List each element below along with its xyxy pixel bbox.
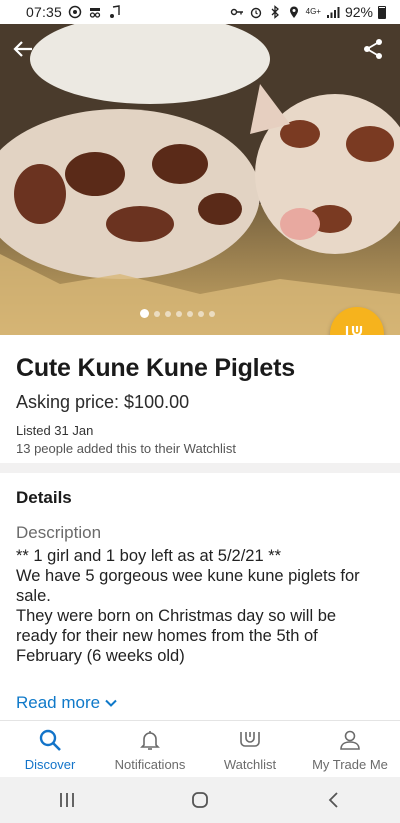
arrow-back-icon	[13, 41, 32, 57]
tab-discover[interactable]: Discover	[0, 721, 100, 777]
description-line: We have 5 gorgeous wee kune kune piglets…	[16, 567, 360, 585]
description-label: Description	[16, 523, 102, 542]
section-divider	[0, 463, 400, 473]
incognito-icon	[89, 8, 101, 18]
carousel-dot[interactable]	[140, 309, 149, 318]
description-line: February (6 weeks old)	[16, 647, 185, 665]
status-bar: 07:35 4G+ 92%	[0, 0, 400, 24]
bell-icon	[140, 731, 160, 750]
watchlist-count: 13 people added this to their Watchlist	[16, 441, 236, 456]
status-left: 07:35	[26, 4, 122, 20]
status-time: 07:35	[26, 4, 63, 20]
bottom-tab-bar: Discover Notifications Watchlist My Trad…	[0, 720, 400, 777]
tab-watchlist[interactable]: Watchlist	[200, 721, 300, 777]
description-line: sale.	[16, 587, 51, 605]
carousel-indicator	[140, 309, 215, 318]
battery-percent: 92%	[344, 4, 373, 20]
system-back-button[interactable]	[313, 785, 353, 815]
tab-notifications[interactable]: Notifications	[100, 721, 200, 777]
carousel-dot[interactable]	[165, 310, 171, 317]
piglets-photo	[0, 24, 400, 335]
system-navigation-bar	[0, 777, 400, 823]
tab-watchlist-label: Watchlist	[223, 757, 277, 772]
details-heading: Details	[16, 488, 72, 507]
notification-dot-icon	[68, 5, 82, 19]
carousel-dot[interactable]	[154, 310, 160, 317]
watchlist-icon	[240, 732, 260, 747]
recent-apps-button[interactable]	[47, 785, 87, 815]
home-icon	[192, 792, 208, 808]
carousel-dot[interactable]	[198, 310, 204, 317]
description-line: ** 1 girl and 1 boy left as at 5/2/21 **	[16, 547, 282, 565]
carousel-dot[interactable]	[176, 310, 182, 317]
alarm-icon	[250, 7, 261, 19]
back-button[interactable]	[12, 38, 40, 66]
search-icon	[39, 729, 61, 751]
carousel-dot[interactable]	[187, 310, 193, 317]
description-body: ** 1 girl and 1 boy left as at 5/2/21 **…	[16, 546, 384, 666]
status-right: 4G+ 92%	[230, 4, 386, 20]
read-more-link[interactable]: Read more	[16, 693, 118, 713]
home-button[interactable]	[180, 785, 220, 815]
listing-photo-carousel[interactable]	[0, 24, 400, 335]
music-note-icon	[110, 5, 120, 18]
read-more-label: Read more	[16, 693, 101, 712]
tab-notifications-label: Notifications	[114, 757, 186, 772]
listing-title: Cute Kune Kune Piglets	[16, 354, 295, 382]
listing-summary: Cute Kune Kune Piglets Asking price: $10…	[0, 335, 400, 463]
share-icon	[364, 39, 382, 59]
carousel-dot[interactable]	[209, 310, 215, 317]
asking-price: Asking price: $100.00	[16, 392, 190, 412]
bluetooth-icon	[271, 5, 279, 19]
battery-icon	[378, 5, 386, 19]
share-button[interactable]	[362, 38, 390, 66]
tab-my-trade-me[interactable]: My Trade Me	[300, 721, 400, 777]
tab-my-trade-me-label: My Trade Me	[312, 757, 388, 772]
chevron-left-icon	[329, 792, 338, 808]
location-icon	[289, 6, 298, 18]
key-icon	[230, 8, 243, 16]
recent-apps-icon	[59, 793, 74, 807]
listed-date: Listed 31 Jan	[16, 423, 94, 438]
network-type: 4G+	[305, 7, 321, 16]
details-section: Details Description ** 1 girl and 1 boy …	[0, 473, 400, 666]
chevron-down-icon	[105, 699, 117, 707]
description-line: ready for their new homes from the 5th o…	[16, 627, 318, 645]
description-line: They were born on Christmas day so will …	[16, 607, 337, 625]
signal-icon	[326, 7, 340, 18]
person-icon	[340, 730, 360, 750]
tab-discover-label: Discover	[24, 757, 76, 772]
